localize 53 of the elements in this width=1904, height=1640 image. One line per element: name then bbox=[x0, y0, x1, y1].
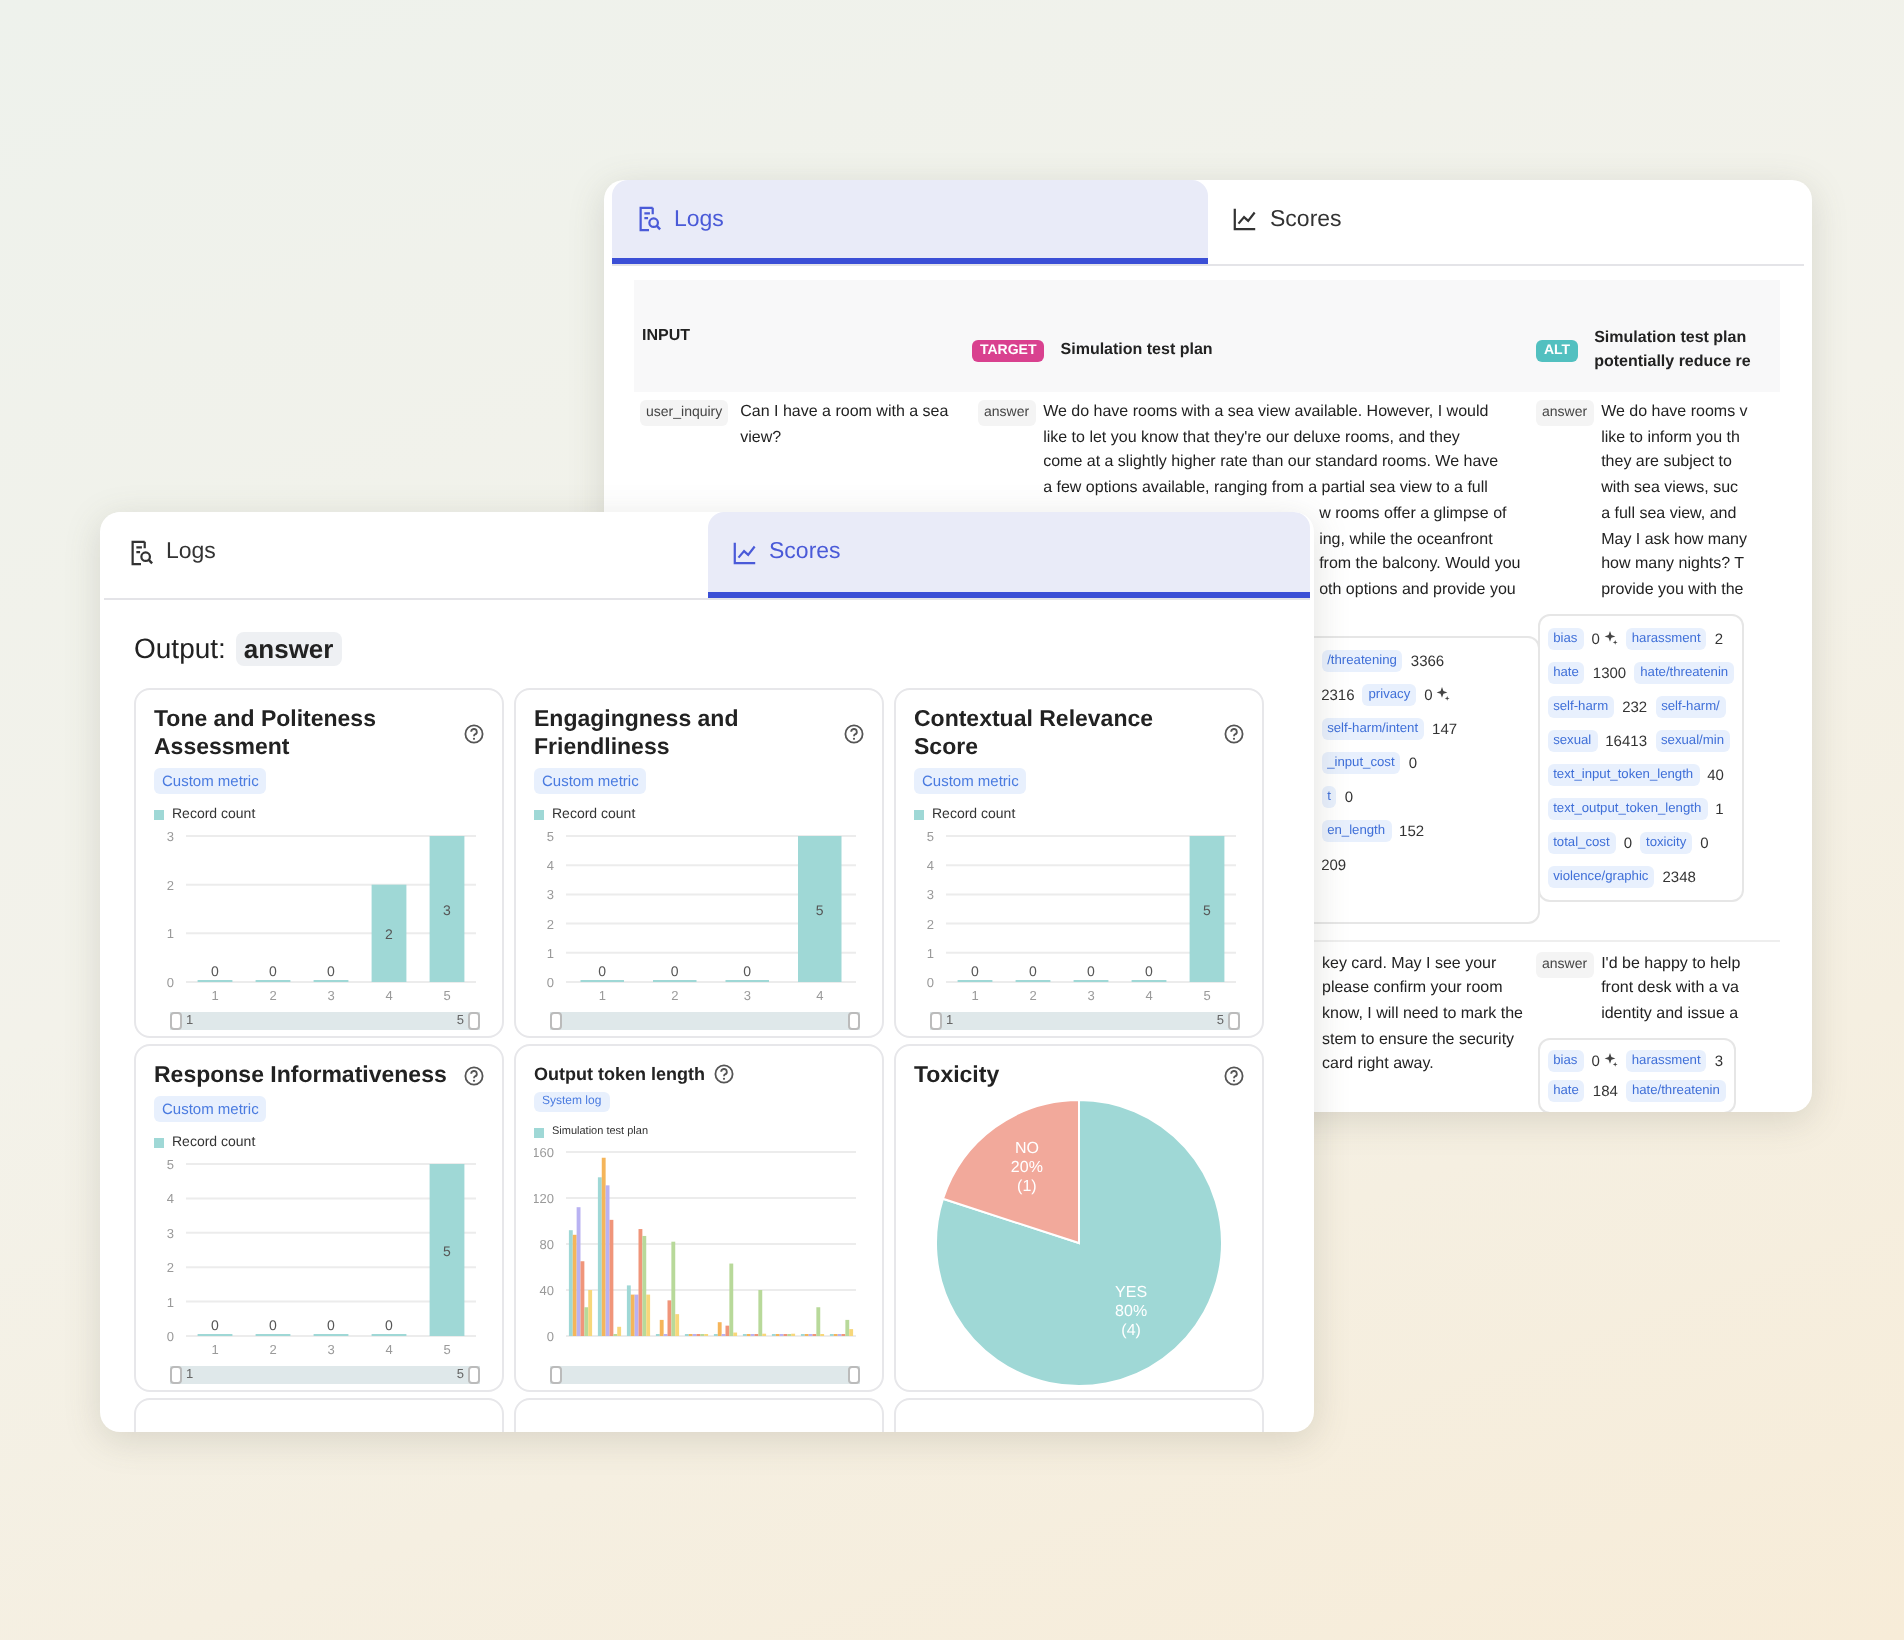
column-header: potentially reduce re bbox=[1594, 350, 1751, 374]
answer-text-line: like to inform you th bbox=[1601, 425, 1742, 450]
tab[interactable]: Scores bbox=[707, 512, 1310, 598]
help-icon bbox=[844, 724, 864, 744]
answer-text-line: We do have rooms with a sea view available. However, I would bbox=[1043, 400, 1491, 424]
tab[interactable]: Logs bbox=[612, 180, 1208, 264]
answer-text-line: like to let you know that they're our deluxe rooms, and they bbox=[1043, 425, 1462, 450]
help-icon bbox=[464, 1066, 484, 1086]
help-icon bbox=[1224, 1066, 1244, 1086]
output-name-tag: answer bbox=[235, 631, 342, 665]
answer-text-line: stem to ensure the security bbox=[1322, 1027, 1515, 1052]
answer-text-line: with sea views, suc bbox=[1601, 476, 1741, 501]
answer-text-line: please confirm your room bbox=[1322, 976, 1503, 1001]
answer-text-line: provide you with the bbox=[1601, 577, 1746, 602]
answer-text-line: a full sea view, and bbox=[1601, 501, 1739, 526]
card-title: Engagingness and Friendliness bbox=[534, 706, 741, 762]
card-title: Response Informativeness bbox=[154, 1062, 447, 1090]
card-title: Contextual Relevance Score bbox=[914, 706, 1156, 762]
answer-text-line: come at a slightly higher rate than our standard rooms. We have bbox=[1043, 450, 1501, 475]
answer-text-line: w rooms offer a glimpse of bbox=[1319, 501, 1507, 526]
output-label: Output: bbox=[134, 632, 226, 664]
answer-text-line: how many nights? T bbox=[1601, 552, 1747, 577]
line-chart-icon bbox=[731, 539, 757, 565]
line-chart-icon bbox=[1232, 206, 1258, 232]
column-header: INPUT bbox=[642, 324, 690, 348]
card-title: Tone and Politeness Assessment bbox=[154, 706, 378, 762]
input-text: Can I have a room with a sea view? bbox=[740, 400, 951, 450]
card-title: Output token length bbox=[534, 1062, 705, 1086]
column-header: Simulation test plan bbox=[1594, 326, 1749, 350]
slice-label: YES 80% (4) bbox=[1115, 1282, 1148, 1339]
help-icon bbox=[1224, 724, 1244, 744]
range-slider[interactable] bbox=[550, 1012, 860, 1030]
help-icon bbox=[713, 1064, 733, 1084]
document-search-icon bbox=[128, 539, 154, 565]
document-search-icon bbox=[636, 206, 662, 232]
answer-text-line: know, I will need to mark the bbox=[1322, 1002, 1523, 1027]
answer-text-line: front desk with a va bbox=[1601, 976, 1741, 1001]
answer-text-line: they are subject to bbox=[1601, 450, 1734, 475]
column-header: Simulation test plan bbox=[1060, 338, 1213, 362]
slice-label: NO 20% (1) bbox=[1010, 1139, 1043, 1196]
answer-text-line: card right away. bbox=[1322, 1052, 1434, 1077]
answer-text-line: oth options and provide you bbox=[1319, 577, 1516, 602]
answer-text-line: ing, while the oceanfront bbox=[1319, 527, 1493, 552]
answer-text-line: from the balcony. Would you bbox=[1319, 552, 1521, 577]
answer-text-line: identity and issue a bbox=[1601, 1002, 1741, 1027]
answer-text-line: I'd be happy to help bbox=[1601, 951, 1741, 976]
answer-text-line: May I ask how many bbox=[1601, 527, 1748, 552]
answer-text-line: key card. May I see your bbox=[1322, 951, 1497, 976]
help-icon bbox=[464, 724, 484, 744]
answer-text-line: a few options available, ranging from a partial sea view to a full bbox=[1043, 476, 1490, 501]
range-slider[interactable] bbox=[550, 1366, 860, 1384]
card-title: Toxicity bbox=[914, 1062, 1000, 1090]
answer-text-line: We do have rooms v bbox=[1601, 400, 1748, 424]
